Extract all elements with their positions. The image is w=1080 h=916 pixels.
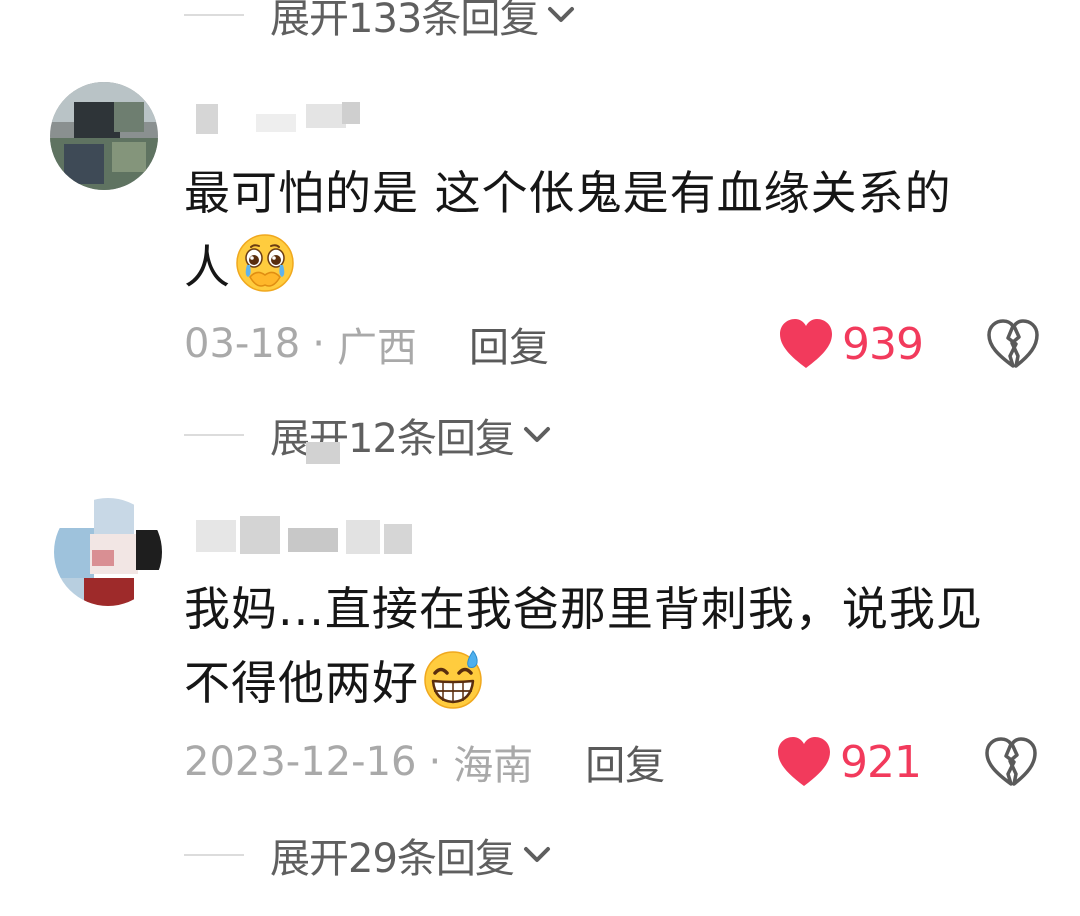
- comment-meta: 2023-12-16 · 海南 回复: [184, 734, 665, 790]
- comment-location: 广西: [336, 325, 417, 371]
- expand-replies-top[interactable]: 展开133条回复: [184, 0, 578, 42]
- expand-replies-comment-2[interactable]: 展开29条回复: [184, 830, 554, 882]
- comment-meta: 03-18 · 广西 回复: [184, 316, 549, 372]
- divider-line: [184, 434, 244, 436]
- divider-line: [184, 14, 244, 16]
- reply-button[interactable]: 回复: [469, 315, 549, 373]
- username-blurred[interactable]: [196, 516, 416, 556]
- divider-line: [184, 854, 244, 856]
- dislike-broken-heart-icon[interactable]: [984, 736, 1038, 788]
- avatar[interactable]: [50, 82, 158, 190]
- chevron-down-icon: [523, 847, 550, 862]
- expand-replies-label: 展开29条回复: [270, 836, 515, 882]
- meta-separator: ·: [428, 739, 442, 785]
- comment-date: 2023-12-16: [184, 739, 417, 785]
- chevron-down-icon: [548, 7, 575, 22]
- meta-separator: ·: [312, 321, 325, 367]
- username-blurred[interactable]: [196, 100, 366, 140]
- like-button[interactable]: 939: [778, 316, 924, 372]
- comment-line: 我妈...直接在我爸那里背刺我，说我见: [184, 582, 983, 636]
- sweat-grin-emoji: [424, 650, 482, 709]
- dislike-broken-heart-icon[interactable]: [986, 318, 1040, 370]
- like-button[interactable]: 921: [776, 734, 922, 790]
- comment-line: 最可怕的是 这个伥鬼是有血缘关系的: [184, 166, 952, 220]
- comment-date: 03-18: [184, 321, 301, 367]
- avatar[interactable]: [54, 498, 162, 606]
- expand-replies-comment-1[interactable]: 展开12条回复: [184, 410, 554, 462]
- heart-icon: [778, 737, 830, 786]
- heart-icon: [780, 319, 832, 368]
- comment-line: 人: [184, 230, 1054, 304]
- comment-line: 不得他两好: [184, 646, 1054, 720]
- expand-replies-label: 展开133条回复: [270, 0, 539, 42]
- like-count: 921: [840, 736, 922, 788]
- chevron-down-icon: [523, 427, 550, 442]
- comment-text: 我妈...直接在我爸那里背刺我，说我见 不得他两好: [184, 572, 1054, 720]
- pixel-blur-patch: [306, 442, 340, 464]
- comment-text: 最可怕的是 这个伥鬼是有血缘关系的 人: [184, 156, 1054, 304]
- crying-pleading-emoji: [236, 234, 294, 292]
- reply-button[interactable]: 回复: [585, 733, 665, 791]
- like-count: 939: [842, 318, 924, 370]
- comment-location: 海南: [453, 743, 534, 789]
